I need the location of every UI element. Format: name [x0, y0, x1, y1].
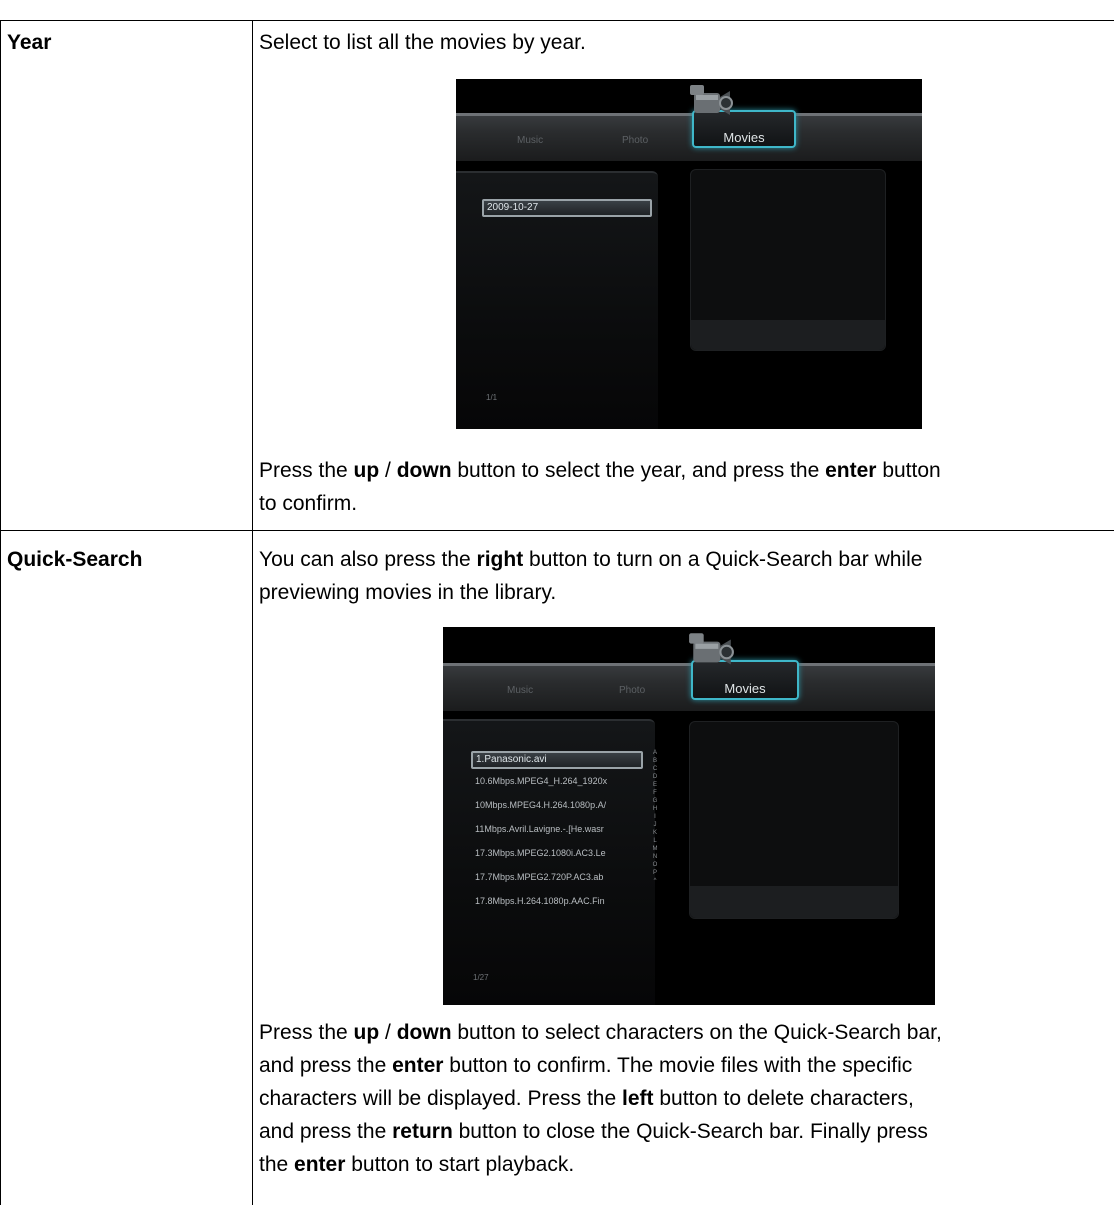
- list-item: 10Mbps.MPEG4.H.264.1080p.A/: [475, 800, 607, 810]
- list-item-selected: 2009-10-27: [482, 199, 652, 217]
- page-indicator: 1/1: [486, 393, 498, 402]
- list-item-selected: 1.Panasonic.avi: [471, 751, 643, 769]
- quick-search-bar: A B C D E F G H I J K L M N O P ^: [651, 749, 659, 885]
- video-camera-icon: [689, 633, 734, 665]
- quick-search-letter: L: [653, 838, 657, 844]
- year-instruction: Press the up / down button to select the…: [259, 454, 941, 520]
- term-quick-search: Quick-Search: [7, 548, 143, 571]
- quick-search-instruction-text: Press the up / down button to select cha…: [259, 1021, 942, 1176]
- tab-music: Music: [507, 685, 534, 696]
- preview-panel-footer: [691, 320, 885, 350]
- feature-table: Year Select to list all the movies by ye…: [0, 0, 1114, 1205]
- table-left-border: [0, 20, 1, 1205]
- quick-search-letter: ^: [653, 878, 657, 884]
- quick-search-letter: N: [652, 854, 658, 860]
- table-row-divider: [0, 530, 1114, 531]
- year-intro: Select to list all the movies by year.: [259, 31, 586, 54]
- quick-search-letter: I: [654, 814, 656, 820]
- table-column-divider: [252, 20, 253, 1205]
- video-camera-icon: [690, 85, 733, 115]
- quick-search-letter: E: [652, 782, 657, 788]
- table-top-border: [0, 20, 1114, 21]
- tab-photo: Photo: [622, 135, 649, 146]
- quick-search-letter: F: [653, 790, 657, 796]
- quick-search-intro: You can also press the right button to t…: [259, 543, 922, 609]
- quick-search-screenshot: Music Photo Movies 1.Panasonic.avi 10.6M…: [443, 627, 935, 1005]
- list-item: 10.6Mbps.MPEG4_H.264_1920x: [475, 776, 608, 786]
- list-item: 11Mbps.Avril.Lavigne.-.[He.wasr: [475, 824, 604, 834]
- list-item: 17.3Mbps.MPEG2.1080i.AC3.Le: [475, 848, 606, 858]
- quick-search-letter: P: [652, 870, 657, 876]
- quick-search-letter: M: [652, 846, 658, 852]
- tab-music: Music: [517, 135, 544, 146]
- tab-photo: Photo: [619, 685, 646, 696]
- preview-panel: [689, 721, 899, 919]
- list-item: 17.7Mbps.MPEG2.720P.AC3.ab: [475, 872, 604, 882]
- quick-search-letter: J: [653, 822, 657, 828]
- quick-search-letter: C: [652, 766, 658, 772]
- list-item: 17.8Mbps.H.264.1080p.AAC.Fin: [475, 896, 605, 906]
- quick-search-letter: D: [652, 774, 658, 780]
- preview-panel: [690, 169, 886, 351]
- quick-search-letter: A: [652, 750, 657, 756]
- year-screenshot: Music Photo Movies 2009-10-27 1/1: [456, 79, 922, 429]
- quick-search-letter: H: [652, 806, 658, 812]
- quick-search-letter: O: [652, 862, 658, 868]
- quick-search-intro-text: You can also press the right button to t…: [259, 548, 923, 604]
- page-indicator: 1/27: [473, 973, 489, 982]
- quick-search-instruction: Press the up / down button to select cha…: [259, 1016, 942, 1181]
- quick-search-letter: B: [652, 758, 657, 764]
- quick-search-letter: K: [652, 830, 657, 836]
- preview-panel-footer: [690, 886, 898, 918]
- year-instruction-text: Press the up / down button to select the…: [259, 459, 941, 515]
- term-year: Year: [7, 31, 52, 54]
- quick-search-letter: G: [652, 798, 658, 804]
